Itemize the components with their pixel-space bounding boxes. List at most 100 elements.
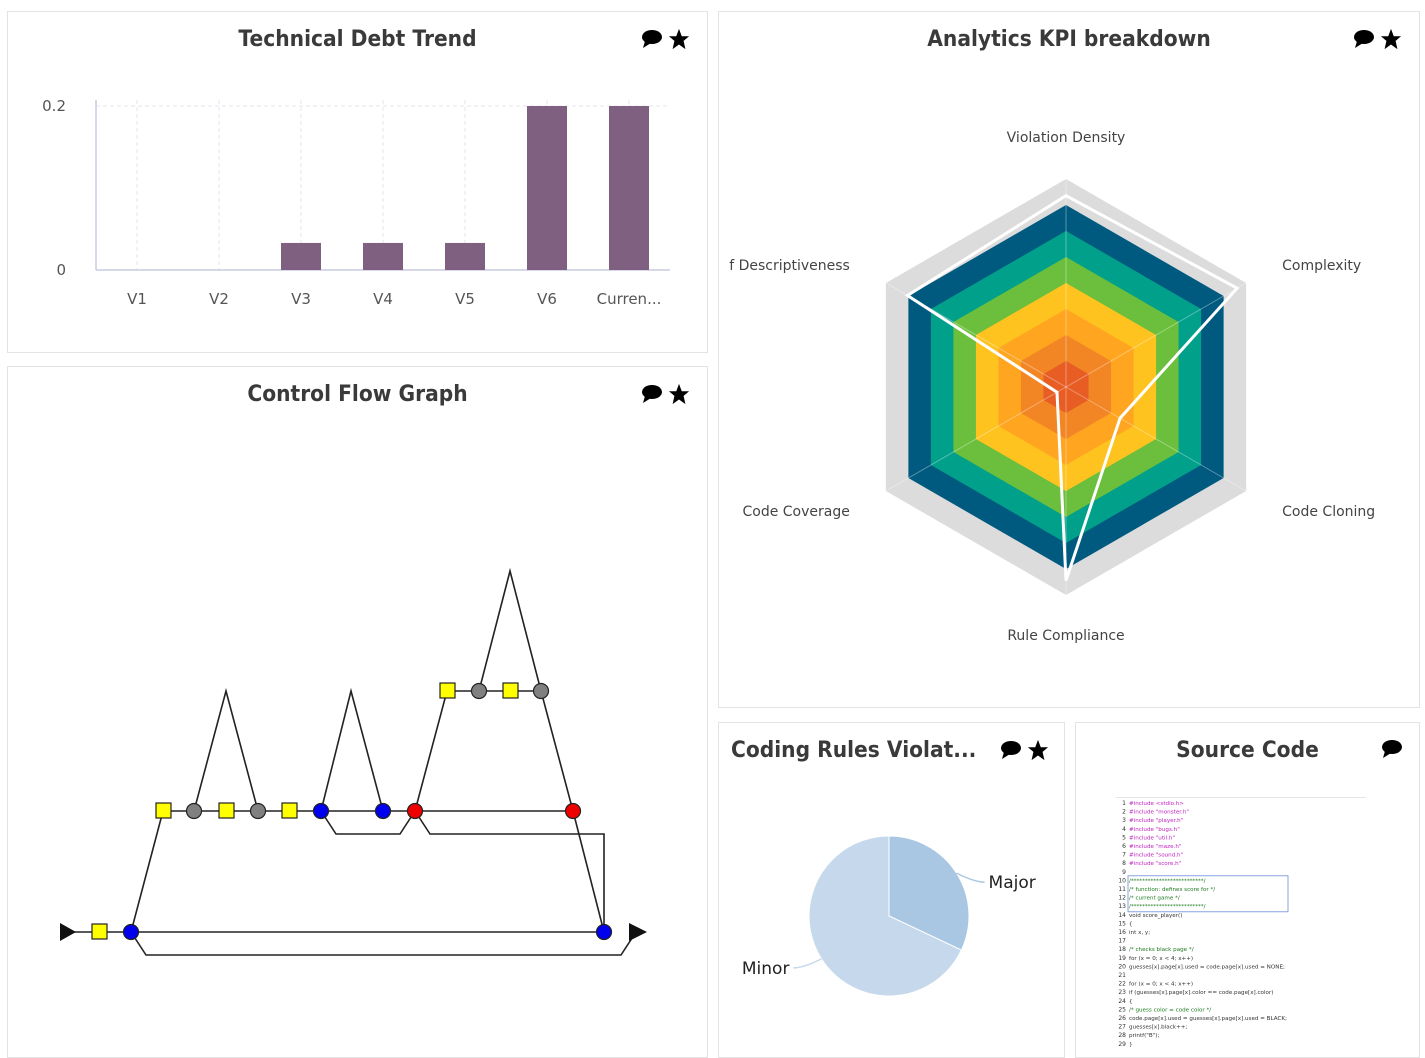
node-statement (91, 923, 108, 940)
node-branch (595, 923, 613, 941)
node-statement (218, 802, 235, 819)
pie-connector (793, 958, 822, 969)
code-line: for (x = 0; x < 4; x++) (1129, 956, 1193, 962)
code-line-number: 28 (1118, 1032, 1126, 1039)
code-line: code.page[x].used = guesses[x].page[x].u… (1129, 1016, 1287, 1022)
node-branch (374, 802, 392, 820)
bar (445, 242, 485, 270)
graph-edges (66, 567, 637, 956)
bar (281, 242, 321, 270)
code-line: } (1129, 1042, 1133, 1048)
code-line: #include "sound.h" (1129, 853, 1184, 859)
radar-axis-label: Code Cloning (1282, 504, 1375, 520)
code-line-number: 6 (1122, 843, 1126, 850)
edge (320, 687, 384, 812)
edge (320, 810, 416, 835)
entry-arrow-icon (60, 923, 76, 941)
code-line-number: 18 (1118, 946, 1126, 953)
code-line-number: 4 (1122, 826, 1126, 833)
code-line-number: 22 (1118, 981, 1126, 988)
code-line: #include "score.h" (1129, 861, 1182, 867)
code-line: guesses[x].black++; (1129, 1025, 1187, 1031)
code-line-number: 24 (1118, 998, 1126, 1005)
code-line-number: 9 (1122, 869, 1126, 876)
radar-axis-label: Rule Compliance (1007, 628, 1124, 644)
x-tick-label: V1 (127, 290, 147, 308)
code-line: if (guesses[x].page[x].color == code.pag… (1129, 990, 1273, 996)
node-call (532, 682, 550, 700)
edge (130, 931, 637, 956)
edge (572, 810, 605, 933)
edge (478, 567, 542, 692)
comment-icon[interactable] (1381, 739, 1403, 759)
x-tick-label: V3 (291, 290, 311, 308)
node-statement (439, 682, 456, 699)
rules-panel: Coding Rules Violat... Major Minor (718, 722, 1065, 1058)
node-call (185, 802, 203, 820)
edge (193, 687, 259, 812)
edge (540, 690, 574, 812)
code-line: /**************************/ (1129, 878, 1206, 884)
rules-pie-chart: Major Minor (742, 835, 1036, 997)
cfg-panel: Control Flow Graph (7, 366, 708, 1058)
panel-actions (1381, 739, 1403, 759)
x-tick-label: V5 (455, 290, 475, 308)
code-line: { (1129, 921, 1133, 927)
radar-axis-label: Complexity (1282, 258, 1361, 274)
panel-title: Source Code (1176, 738, 1319, 763)
x-tick-label: V6 (537, 290, 557, 308)
code-line: { (1129, 999, 1133, 1005)
node-loop (406, 802, 424, 820)
code-line: printf("B"); (1129, 1033, 1159, 1039)
code-line-number: 16 (1118, 929, 1126, 936)
code-line: /* checks black page */ (1129, 947, 1194, 953)
code-line-number: 1 (1122, 800, 1126, 807)
node-call (249, 802, 267, 820)
node-branch (312, 802, 330, 820)
y-tick-label: 0.2 (42, 97, 66, 115)
code-line-number: 29 (1118, 1041, 1126, 1048)
code-line: #include "monster.h" (1129, 810, 1189, 816)
bar (609, 106, 649, 270)
code-line-number: 15 (1118, 920, 1126, 927)
tech-debt-bar-chart: 0 0.2 V1 V2 V3 V4 V5 V6 Curren... (42, 97, 670, 308)
code-line-number: 3 (1122, 817, 1126, 824)
code-line: for (x = 0; x < 4; x++) (1129, 982, 1193, 988)
source-panel: Source Code 1 #include <stdio.h> 2 #include… (1075, 722, 1420, 1058)
code-line-number: 20 (1118, 963, 1126, 970)
exit-arrow-icon (629, 923, 647, 941)
code-line: guesses[x].page[x].used = code.page[x].u… (1129, 964, 1285, 970)
code-line-number: 12 (1118, 895, 1126, 902)
x-tick-label: Curren... (597, 290, 662, 308)
x-tick-label: V2 (209, 290, 229, 308)
edge (130, 810, 164, 933)
code-line: /* guess color = code color */ (1129, 1007, 1211, 1013)
code-line: void score_player() (1129, 913, 1182, 919)
code-line-number: 5 (1122, 834, 1126, 841)
code-line-number: 25 (1118, 1006, 1126, 1013)
source-code-thumbnail[interactable]: 1 #include <stdio.h>2 #include "monster.h"… (1116, 797, 1366, 1052)
bar (363, 242, 403, 270)
code-line-number: 26 (1118, 1015, 1126, 1022)
kpi-panel: Analytics KPI breakdown Violation Densit… (718, 11, 1420, 708)
code-line: #include "util.h" (1129, 835, 1175, 841)
edge (414, 810, 605, 932)
y-tick-label: 0 (56, 261, 66, 279)
node-branch (122, 923, 140, 941)
radar-axis-label: Code Coverage (742, 504, 849, 520)
code-line-number: 27 (1118, 1024, 1126, 1031)
control-flow-graph (60, 567, 647, 956)
kpi-radar-chart: Violation Density Complexity Code Cloning R… (729, 130, 1375, 644)
code-line: #include "bugs.h" (1129, 827, 1180, 833)
code-line: #include "player.h" (1129, 818, 1184, 824)
edge (414, 690, 448, 812)
code-line: #include <stdio.h> (1129, 801, 1184, 807)
code-line-number: 10 (1118, 877, 1126, 884)
node-call (470, 682, 488, 700)
x-tick-label: V4 (373, 290, 393, 308)
code-line: /* current game */ (1129, 896, 1180, 902)
code-line: /* function: defines score for */ (1129, 887, 1215, 893)
pie-label: Minor (742, 959, 790, 979)
node-statement (502, 682, 519, 699)
pie-label: Major (989, 873, 1036, 893)
